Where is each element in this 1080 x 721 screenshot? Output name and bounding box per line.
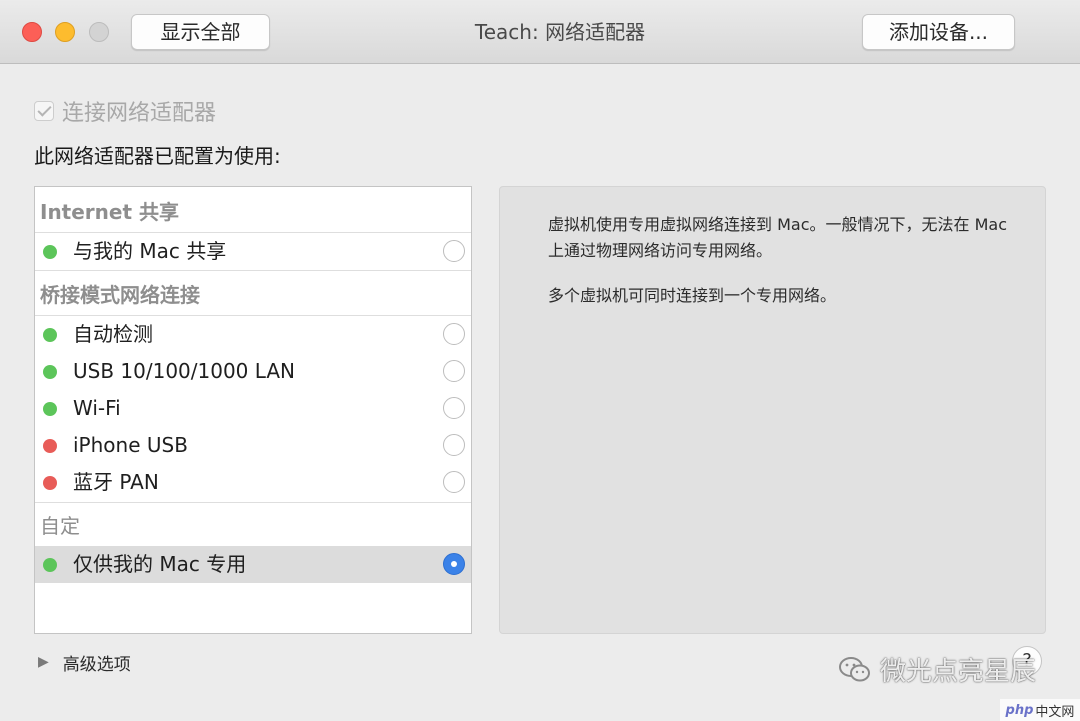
list-item-iphone-usb[interactable]: iPhone USB — [35, 427, 471, 464]
list-item-label: 仅供我的 Mac 专用 — [73, 552, 247, 576]
advanced-options-label: 高级选项 — [62, 654, 131, 675]
status-dot-icon — [43, 402, 57, 416]
radio-button[interactable] — [443, 323, 465, 345]
site-badge: php 中文网 — [1000, 699, 1080, 721]
status-dot-icon — [43, 328, 57, 342]
list-item-wifi[interactable]: Wi-Fi — [35, 390, 471, 427]
connect-adapter-checkbox[interactable] — [34, 101, 54, 121]
section-header-internet-sharing: Internet 共享 — [40, 200, 179, 224]
list-item-label: 自动检测 — [73, 322, 153, 346]
section-header-bridged: 桥接模式网络连接 — [40, 283, 200, 307]
description-paragraph-1: 虚拟机使用专用虚拟网络连接到 Mac。一般情况下，无法在 Mac 上通过物理网络… — [548, 215, 1007, 260]
radio-button[interactable] — [443, 434, 465, 456]
list-item-usb-lan[interactable]: USB 10/100/1000 LAN — [35, 353, 471, 390]
show-all-button[interactable]: 显示全部 — [131, 14, 270, 50]
list-item-label: 与我的 Mac 共享 — [73, 239, 227, 263]
list-item-label: Wi-Fi — [73, 396, 121, 420]
description-panel: 虚拟机使用专用虚拟网络连接到 Mac。一般情况下，无法在 Mac 上通过物理网络… — [499, 186, 1046, 634]
status-dot-icon — [43, 476, 57, 490]
network-source-list: Internet 共享 与我的 Mac 共享 桥接模式网络连接 自动检测 USB… — [34, 186, 472, 634]
radio-button[interactable] — [443, 397, 465, 419]
zoom-window-button[interactable] — [89, 22, 109, 42]
site-badge-brand: php — [1005, 702, 1034, 718]
radio-button-selected[interactable] — [443, 553, 465, 575]
minimize-window-button[interactable] — [55, 22, 75, 42]
disclosure-triangle-icon[interactable]: ▶ — [38, 654, 49, 670]
status-dot-icon — [43, 245, 57, 259]
wechat-logo-icon — [838, 655, 872, 685]
window-title: Teach: 网络适配器 — [474, 20, 646, 44]
title-bar: 显示全部 Teach: 网络适配器 添加设备... — [0, 0, 1080, 64]
add-device-button[interactable]: 添加设备... — [862, 14, 1015, 50]
list-item-label: iPhone USB — [73, 433, 188, 457]
status-dot-icon — [43, 439, 57, 453]
status-dot-icon — [43, 558, 57, 572]
description-paragraph-2: 多个虚拟机可同时连接到一个专用网络。 — [548, 286, 837, 305]
radio-button[interactable] — [443, 471, 465, 493]
section-header-custom: 自定 — [40, 514, 80, 538]
advanced-options-disclosure[interactable]: ▶ 高级选项 — [38, 648, 131, 676]
close-window-button[interactable] — [22, 22, 42, 42]
list-item-private-mac[interactable]: 仅供我的 Mac 专用 — [35, 546, 471, 583]
configured-for-label: 此网络适配器已配置为使用: — [34, 144, 281, 168]
watermark-text: 微光点亮星辰 — [880, 657, 1037, 687]
radio-button[interactable] — [443, 240, 465, 262]
divider — [35, 270, 471, 271]
watermark: 微光点亮星辰 — [838, 651, 1036, 688]
list-item-autodetect[interactable]: 自动检测 — [35, 316, 471, 353]
site-badge-name: 中文网 — [1035, 704, 1075, 720]
list-item-label: USB 10/100/1000 LAN — [73, 359, 296, 383]
divider — [35, 502, 471, 503]
list-item-bluetooth-pan[interactable]: 蓝牙 PAN — [35, 464, 471, 501]
list-item-share-with-mac[interactable]: 与我的 Mac 共享 — [35, 233, 471, 270]
connect-adapter-label: 连接网络适配器 — [62, 101, 217, 126]
list-item-label: 蓝牙 PAN — [73, 470, 159, 494]
connect-adapter-row[interactable]: 连接网络适配器 — [34, 95, 216, 127]
radio-button[interactable] — [443, 360, 465, 382]
status-dot-icon — [43, 365, 57, 379]
